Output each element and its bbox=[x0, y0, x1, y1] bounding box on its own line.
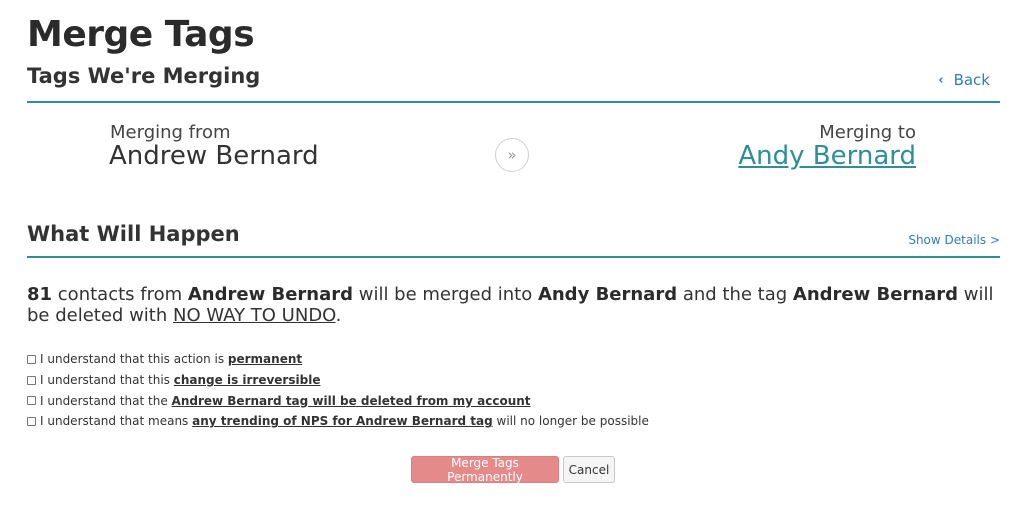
merging-from-tag-name: Andrew Bernard bbox=[109, 141, 319, 171]
summary-to-tag: Andy Bernard bbox=[537, 284, 678, 305]
no-undo-warning: NO WAY TO UNDO bbox=[173, 305, 336, 326]
checkbox[interactable] bbox=[27, 416, 36, 426]
acknowledgement-list: I understand that this action is permane… bbox=[27, 349, 649, 432]
merge-summary: 81 contacts from Andrew Bernard will be … bbox=[27, 284, 994, 326]
acknowledge-irreversible-checkbox[interactable]: I understand that this change is irrever… bbox=[27, 370, 649, 391]
checkbox[interactable] bbox=[27, 396, 36, 406]
tags-section-divider bbox=[27, 101, 1000, 103]
double-chevron-right-icon: » bbox=[495, 138, 529, 172]
merging-to-label: Merging to bbox=[819, 122, 916, 143]
merge-tags-permanently-button[interactable]: Merge Tags Permanently bbox=[411, 456, 559, 484]
show-details-link[interactable]: Show Details > bbox=[908, 233, 1000, 247]
tags-section-title: Tags We're Merging bbox=[27, 64, 261, 88]
merging-from-label: Merging from bbox=[110, 122, 231, 143]
page-title: Merge Tags bbox=[27, 14, 255, 55]
contact-count: 81 bbox=[27, 284, 53, 305]
checkbox[interactable] bbox=[27, 375, 36, 385]
chevron-left-icon: ‹ bbox=[938, 72, 944, 88]
summary-deleted-tag: Andrew Bernard bbox=[792, 284, 959, 305]
acknowledge-permanent-checkbox[interactable]: I understand that this action is permane… bbox=[27, 349, 649, 370]
back-link[interactable]: ‹ Back bbox=[938, 71, 990, 89]
checkbox[interactable] bbox=[27, 354, 36, 364]
acknowledge-nps-trending-checkbox[interactable]: I understand that means any trending of … bbox=[27, 411, 649, 432]
cancel-button[interactable]: Cancel bbox=[563, 456, 615, 483]
summary-from-tag: Andrew Bernard bbox=[187, 284, 353, 305]
what-section-title: What Will Happen bbox=[27, 222, 240, 246]
back-label: Back bbox=[953, 71, 990, 89]
merging-to-tag-link[interactable]: Andy Bernard bbox=[738, 141, 916, 171]
acknowledge-tag-deleted-checkbox[interactable]: I understand that the Andrew Bernard tag… bbox=[27, 390, 649, 411]
what-section-divider bbox=[27, 256, 1000, 258]
